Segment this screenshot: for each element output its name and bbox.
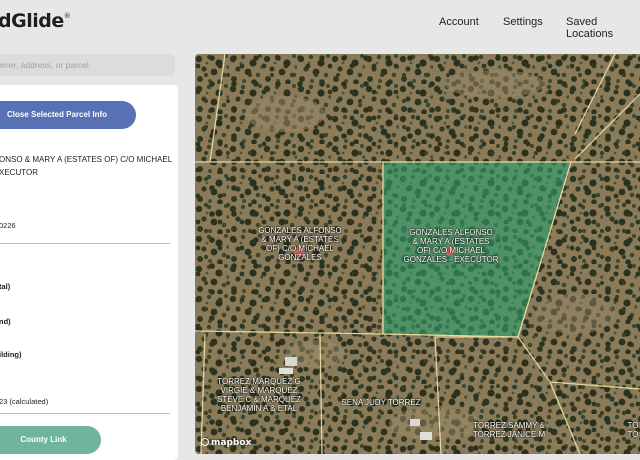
owner-name: ONSO & MARY A (ESTATES OF) C/O MICHAEL X… xyxy=(0,155,172,177)
top-header: dGlide® Account Settings Saved Locations xyxy=(0,0,640,46)
parcel-info-panel: Close Selected Parcel Info ONSO & MARY A… xyxy=(0,85,178,460)
nav-settings[interactable]: Settings xyxy=(503,16,543,28)
mapbox-attribution[interactable]: mapbox xyxy=(201,438,251,448)
county-link-button[interactable]: County Link xyxy=(0,426,101,454)
mapbox-logo-icon xyxy=(201,438,209,446)
parcel-label-gonzales-selected: GONZALES ALFONSO & MARY A (ESTATES OF) C… xyxy=(403,228,499,264)
parcel-label-sena: SENA JUDY TORREZ xyxy=(341,398,421,407)
close-parcel-info-button[interactable]: Close Selected Parcel Info xyxy=(0,101,136,129)
parcel-label-edge: TO TO xyxy=(627,421,639,439)
parcel-label-gonzales-west: GONZALES ALFONSO & MARY A (ESTATES OF) C… xyxy=(258,226,342,262)
divider xyxy=(0,243,170,244)
nav-account[interactable]: Account xyxy=(439,16,479,28)
registered-mark: ® xyxy=(63,12,71,20)
divider xyxy=(0,413,170,414)
label-building-value: ilding) xyxy=(0,350,22,359)
parcel-label-torrez-marquez: TORREZ MARQUEZ G VIRGIE & MARQUEZ STEVE … xyxy=(216,377,301,413)
label-land-value: nd) xyxy=(0,317,11,326)
app-logo[interactable]: dGlide® xyxy=(0,10,71,32)
logo-text: dGlide xyxy=(0,10,64,32)
parcel-label-torrez-sammy: TORREZ SAMMY & TORREZ JANICE M xyxy=(472,421,546,439)
search-input[interactable] xyxy=(0,54,175,76)
nav-saved-locations[interactable]: Saved Locations xyxy=(566,16,640,40)
label-total-value: tal) xyxy=(0,282,11,291)
acres-value: 23 (calculated) xyxy=(0,397,49,406)
satellite-map[interactable]: GONZALES ALFONSO & MARY A (ESTATES OF) C… xyxy=(195,54,640,454)
parcel-id: 0226 xyxy=(0,221,16,230)
